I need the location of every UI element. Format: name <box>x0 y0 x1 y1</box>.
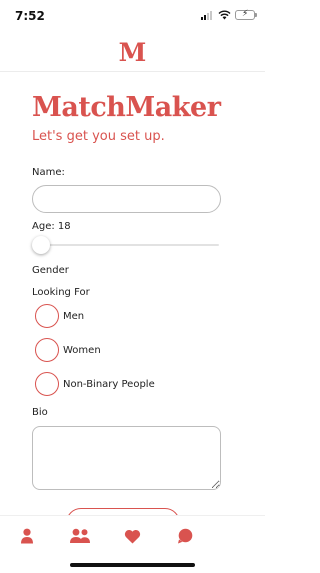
age-label: Age: 18 <box>32 221 71 232</box>
brand-subtitle: Let's get you set up. <box>32 129 165 144</box>
status-bar: 7:52 ⚡ <box>0 0 265 34</box>
status-time: 7:52 <box>15 9 45 23</box>
bio-label: Bio <box>32 407 48 418</box>
radio-label: Non-Binary People <box>63 378 155 390</box>
name-input[interactable] <box>32 185 221 213</box>
radio-button[interactable] <box>35 304 59 328</box>
battery-icon: ⚡ <box>235 9 257 20</box>
radio-label: Men <box>63 310 85 322</box>
radio-button[interactable] <box>35 372 59 396</box>
looking-for-label: Looking For <box>32 287 90 298</box>
tab-likes[interactable] <box>121 525 143 547</box>
status-icons: ⚡ <box>201 9 257 20</box>
bio-textarea[interactable] <box>32 426 221 490</box>
wifi-icon <box>218 10 231 20</box>
home-indicator <box>70 563 195 567</box>
signal-icon <box>201 10 214 20</box>
looking-for-option-women[interactable]: Women <box>35 338 101 362</box>
radio-button[interactable] <box>35 338 59 362</box>
app-header: M <box>0 34 265 72</box>
tab-profile[interactable] <box>16 525 38 547</box>
name-label: Name: <box>32 167 65 178</box>
tab-matches[interactable] <box>69 525 91 547</box>
radio-label: Women <box>63 344 101 356</box>
looking-for-option-men[interactable]: Men <box>35 304 84 328</box>
tab-messages[interactable] <box>174 525 196 547</box>
chat-icon <box>178 528 193 544</box>
people-icon <box>70 528 90 543</box>
app-logo: M <box>118 38 147 67</box>
brand-title: MatchMaker <box>32 92 221 123</box>
tab-bar <box>0 515 265 573</box>
looking-for-option-non-binary[interactable]: Non-Binary People <box>35 372 155 396</box>
age-slider-track[interactable] <box>40 244 219 246</box>
person-icon <box>21 528 33 544</box>
gender-label: Gender <box>32 265 69 276</box>
age-slider-thumb[interactable] <box>32 236 50 254</box>
heart-icon <box>124 529 140 543</box>
